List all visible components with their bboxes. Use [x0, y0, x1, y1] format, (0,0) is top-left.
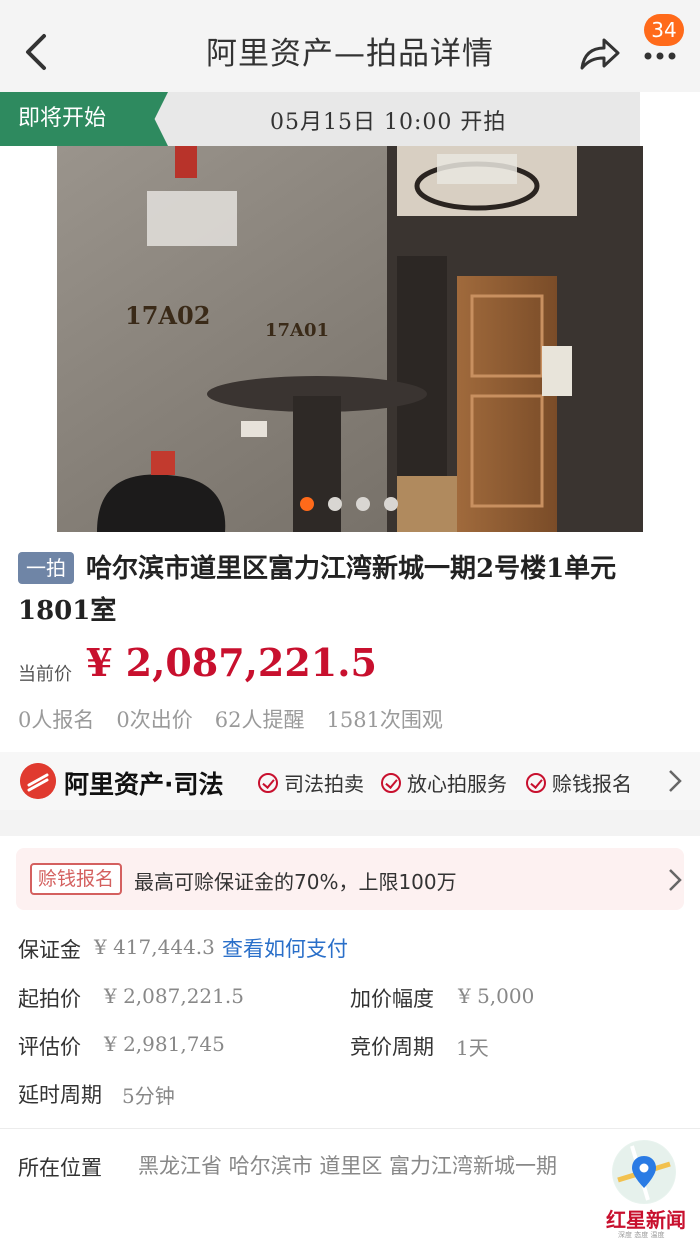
- how-to-pay-link[interactable]: 查看如何支付: [222, 933, 348, 963]
- signup-count: 0人报名: [18, 708, 95, 732]
- appraisal-label: 评估价: [18, 1035, 81, 1059]
- increment-value: ¥ 5,000: [458, 984, 535, 1008]
- appraisal-value: ¥ 2,981,745: [104, 1032, 225, 1056]
- section-separator: [0, 810, 700, 836]
- notification-badge: 34: [644, 14, 684, 46]
- delay-period-label: 延时周期: [18, 1083, 102, 1107]
- bidding-cycle-value: 1天: [456, 1036, 489, 1060]
- top-nav-bar: 阿里资产—拍品详情 34: [0, 0, 700, 92]
- room-plaque-17a02: 17A02: [125, 301, 210, 330]
- location-value[interactable]: 黑龙江省 哈尔滨市 道里区 富力江湾新城一期: [138, 1150, 588, 1182]
- current-price-label: 当前价: [18, 664, 72, 685]
- watermark-brand: 红星新闻: [606, 1208, 686, 1232]
- credit-signup-text: 最高可赊保证金的70%，上限100万: [134, 870, 457, 894]
- location-label: 所在位置: [18, 1156, 102, 1180]
- credit-signup-tag: 赊钱报名: [30, 863, 123, 895]
- chevron-right-icon[interactable]: [668, 868, 682, 892]
- map-pin-icon[interactable]: [612, 1140, 676, 1204]
- gallery-dot[interactable]: [300, 497, 314, 511]
- current-price: ¥ 2,087,221.5: [86, 640, 377, 685]
- room-plaque-17a01: 17A01: [265, 320, 329, 341]
- ali-assets-logo-icon: [20, 763, 56, 799]
- bidding-cycle-label: 竞价周期: [350, 1035, 434, 1059]
- starting-price-label: 起拍价: [18, 987, 81, 1011]
- gallery-pagination[interactable]: [300, 497, 398, 513]
- feature-judicial-auction: 司法拍卖: [258, 768, 364, 797]
- feature-label: 赊钱报名: [552, 772, 632, 796]
- gallery-dot[interactable]: [356, 497, 370, 511]
- lot-photo[interactable]: 17A02 17A01: [57, 146, 643, 532]
- check-circle-icon: [258, 772, 278, 793]
- auction-round-tag: 一拍: [18, 552, 74, 584]
- deposit-label: 保证金: [18, 938, 81, 962]
- watermark-slogan: 深度 态度 温度: [618, 1231, 665, 1239]
- increment-label: 加价幅度: [350, 987, 434, 1011]
- platform-name: 阿里资产·司法: [64, 770, 224, 799]
- divider: [0, 1128, 700, 1129]
- chevron-right-icon[interactable]: [668, 769, 682, 793]
- lot-title: 哈尔滨市道里区富力江湾新城一期2号楼1单元1801室: [18, 554, 617, 626]
- feature-label: 放心拍服务: [407, 772, 507, 796]
- view-count: 1581次围观: [326, 708, 443, 732]
- reminder-count: 62人提醒: [214, 708, 305, 732]
- lot-photo-image: 17A02 17A01: [57, 146, 643, 532]
- auction-start-time: 05月15日 10:00 开拍: [270, 110, 507, 135]
- starting-price-value: ¥ 2,087,221.5: [104, 984, 244, 1008]
- auction-status-bar: 即将开始 05月15日 10:00 开拍: [0, 92, 640, 146]
- check-circle-icon: [526, 772, 546, 793]
- gallery-dot[interactable]: [328, 497, 342, 511]
- bid-count: 0次出价: [116, 708, 193, 732]
- delay-period-value: 5分钟: [122, 1084, 175, 1108]
- feature-assured-service: 放心拍服务: [381, 768, 507, 797]
- deposit-value: ¥ 417,444.3: [94, 935, 215, 959]
- status-tag: 即将开始: [0, 92, 168, 146]
- share-icon[interactable]: [578, 34, 622, 74]
- feature-label: 司法拍卖: [284, 772, 364, 796]
- gallery-dot[interactable]: [384, 497, 398, 511]
- lot-stats: 0人报名 0次出价 62人提醒 1581次围观: [18, 704, 443, 734]
- feature-credit-signup: 赊钱报名: [526, 768, 632, 797]
- check-circle-icon: [381, 772, 401, 793]
